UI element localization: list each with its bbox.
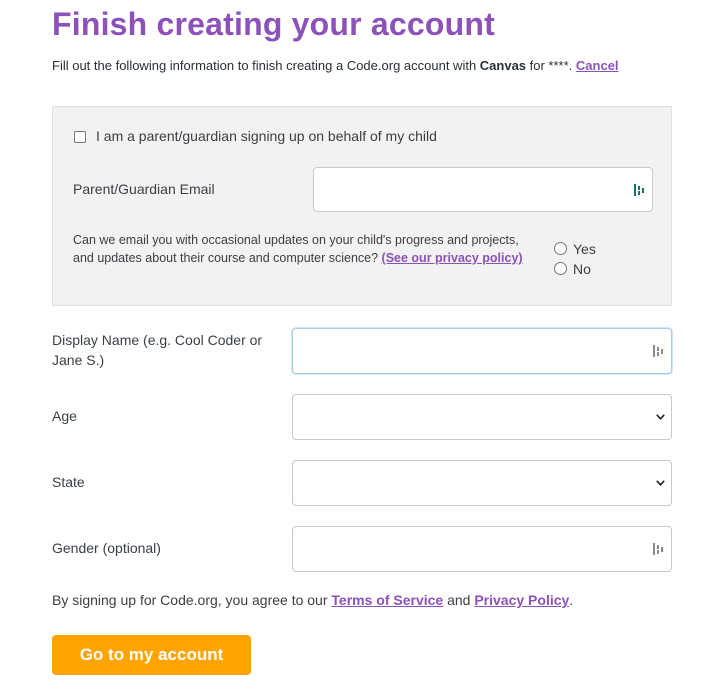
intro-prefix: Fill out the following information to fi…	[52, 58, 480, 73]
chevron-down-icon	[656, 480, 665, 486]
consent-option-yes[interactable]: Yes	[554, 241, 596, 257]
parent-email-field[interactable]	[313, 167, 653, 212]
state-label: State	[52, 474, 85, 490]
yes-radio[interactable]	[554, 242, 567, 255]
go-to-my-account-button[interactable]: Go to my account	[52, 635, 251, 675]
terms-agreement: By signing up for Code.org, you agree to…	[52, 592, 573, 608]
intro-for-text: for ****.	[526, 58, 573, 73]
privacy-policy-link-footer[interactable]: Privacy Policy	[474, 592, 569, 608]
age-select[interactable]	[292, 394, 672, 440]
password-manager-icon[interactable]	[653, 542, 663, 556]
chevron-down-icon	[656, 414, 665, 420]
state-select[interactable]	[292, 460, 672, 506]
parent-checkbox[interactable]	[74, 131, 86, 143]
gender-label: Gender (optional)	[52, 540, 161, 556]
age-label: Age	[52, 408, 77, 424]
page-title: Finish creating your account	[52, 6, 496, 42]
display-name-label: Display Name (e.g. Cool Coder or Jane S.…	[52, 332, 263, 368]
no-label[interactable]: No	[573, 261, 591, 277]
password-manager-icon[interactable]	[634, 183, 644, 197]
terms-suffix: .	[569, 592, 574, 608]
consent-option-no[interactable]: No	[554, 261, 591, 277]
intro-text: Fill out the following information to fi…	[52, 58, 619, 73]
display-name-field[interactable]	[292, 328, 672, 374]
parent-guardian-panel: I am a parent/guardian signing up on beh…	[52, 106, 672, 306]
email-consent-question: Can we email you with occasional updates…	[73, 231, 539, 267]
provider-name: Canvas	[479, 58, 527, 73]
cancel-link[interactable]: Cancel	[576, 58, 619, 73]
privacy-policy-link[interactable]: (See our privacy policy)	[382, 251, 523, 265]
password-manager-icon[interactable]	[653, 344, 663, 358]
terms-and: and	[443, 592, 475, 608]
yes-label[interactable]: Yes	[573, 241, 596, 257]
parent-email-label: Parent/Guardian Email	[73, 181, 215, 197]
gender-field[interactable]	[292, 526, 672, 572]
terms-of-service-link[interactable]: Terms of Service	[331, 592, 443, 608]
no-radio[interactable]	[554, 262, 567, 275]
parent-checkbox-label[interactable]: I am a parent/guardian signing up on beh…	[96, 128, 437, 144]
terms-prefix: By signing up for Code.org, you agree to…	[52, 592, 332, 608]
